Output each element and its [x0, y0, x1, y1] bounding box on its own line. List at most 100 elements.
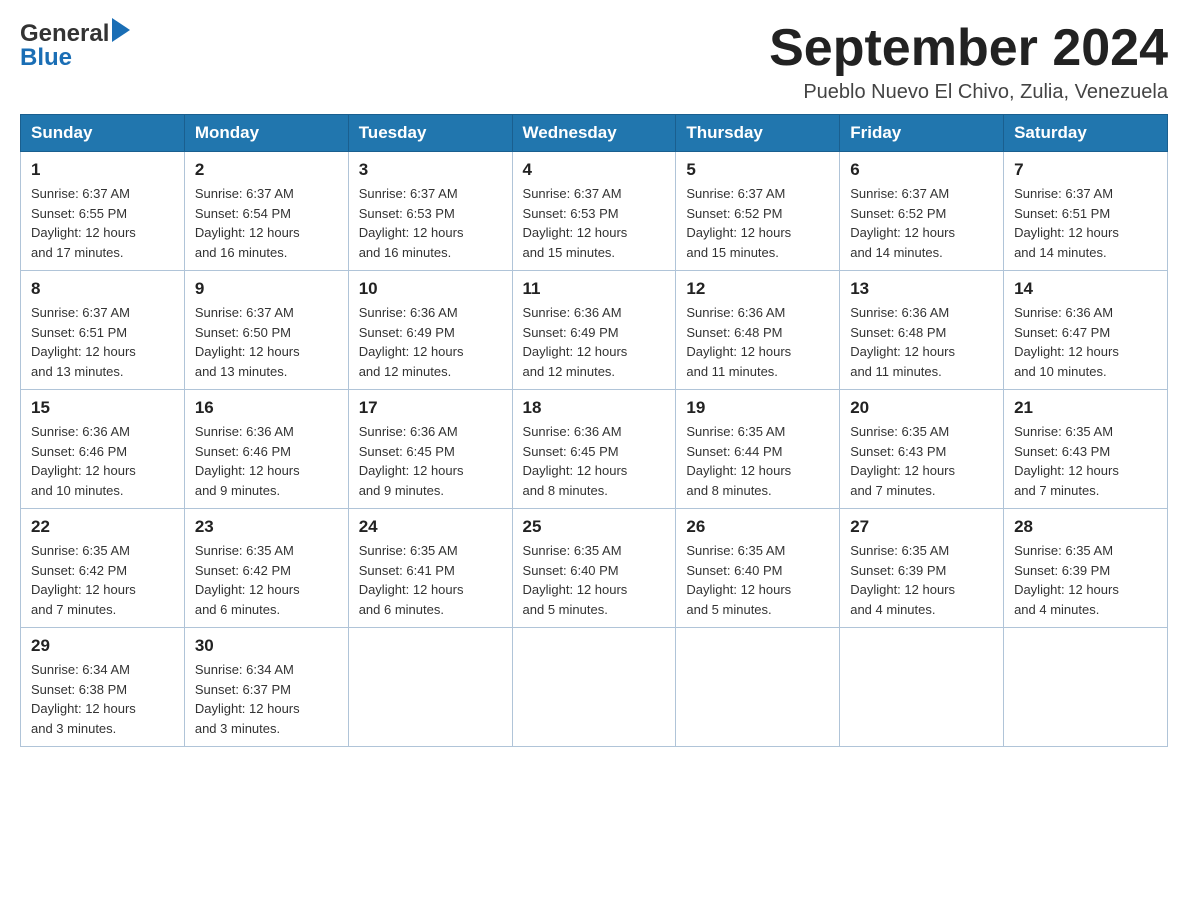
week-row-1: 1 Sunrise: 6:37 AMSunset: 6:55 PMDaylight…	[21, 152, 1168, 271]
page-header: General Blue September 2024 Pueblo Nuevo…	[20, 20, 1168, 104]
calendar-cell: 5 Sunrise: 6:37 AMSunset: 6:52 PMDaylight…	[676, 152, 840, 271]
day-info: Sunrise: 6:35 AMSunset: 6:40 PMDaylight:…	[686, 541, 829, 619]
day-info: Sunrise: 6:35 AMSunset: 6:39 PMDaylight:…	[1014, 541, 1157, 619]
col-friday: Friday	[840, 115, 1004, 152]
day-number: 20	[850, 398, 993, 418]
calendar-cell: 20 Sunrise: 6:35 AMSunset: 6:43 PMDayligh…	[840, 390, 1004, 509]
calendar-cell: 17Sunrise: 6:36 AMSunset: 6:45 PMDayligh…	[348, 390, 512, 509]
day-number: 25	[523, 517, 666, 537]
day-number: 3	[359, 160, 502, 180]
calendar-cell: 4 Sunrise: 6:37 AMSunset: 6:53 PMDaylight…	[512, 152, 676, 271]
day-info: Sunrise: 6:36 AMSunset: 6:47 PMDaylight:…	[1014, 303, 1157, 381]
calendar-cell: 27 Sunrise: 6:35 AMSunset: 6:39 PMDayligh…	[840, 509, 1004, 628]
calendar-cell: 21Sunrise: 6:35 AMSunset: 6:43 PMDayligh…	[1004, 390, 1168, 509]
day-number: 16	[195, 398, 338, 418]
calendar-cell	[1004, 628, 1168, 747]
day-info: Sunrise: 6:35 AMSunset: 6:42 PMDaylight:…	[31, 541, 174, 619]
day-number: 4	[523, 160, 666, 180]
day-info: Sunrise: 6:36 AMSunset: 6:46 PMDaylight:…	[31, 422, 174, 500]
day-info: Sunrise: 6:37 AMSunset: 6:53 PMDaylight:…	[359, 184, 502, 262]
calendar-cell: 19 Sunrise: 6:35 AMSunset: 6:44 PMDayligh…	[676, 390, 840, 509]
logo-arrow-icon	[112, 18, 130, 42]
day-info: Sunrise: 6:35 AMSunset: 6:44 PMDaylight:…	[686, 422, 829, 500]
day-number: 11	[523, 279, 666, 299]
calendar-cell	[512, 628, 676, 747]
day-number: 23	[195, 517, 338, 537]
calendar-cell: 24 Sunrise: 6:35 AMSunset: 6:41 PMDayligh…	[348, 509, 512, 628]
calendar-cell: 30 Sunrise: 6:34 AMSunset: 6:37 PMDayligh…	[184, 628, 348, 747]
calendar-cell: 26 Sunrise: 6:35 AMSunset: 6:40 PMDayligh…	[676, 509, 840, 628]
week-row-4: 22Sunrise: 6:35 AMSunset: 6:42 PMDayligh…	[21, 509, 1168, 628]
day-number: 30	[195, 636, 338, 656]
week-row-2: 8 Sunrise: 6:37 AMSunset: 6:51 PMDaylight…	[21, 271, 1168, 390]
day-number: 19	[686, 398, 829, 418]
calendar-cell: 12 Sunrise: 6:36 AMSunset: 6:48 PMDayligh…	[676, 271, 840, 390]
calendar-cell: 23 Sunrise: 6:35 AMSunset: 6:42 PMDayligh…	[184, 509, 348, 628]
logo: General Blue	[20, 20, 130, 72]
day-info: Sunrise: 6:36 AMSunset: 6:48 PMDaylight:…	[850, 303, 993, 381]
day-number: 1	[31, 160, 174, 180]
day-number: 10	[359, 279, 502, 299]
calendar-subtitle: Pueblo Nuevo El Chivo, Zulia, Venezuela	[769, 81, 1168, 104]
calendar-title: September 2024	[769, 20, 1168, 77]
day-info: Sunrise: 6:37 AMSunset: 6:50 PMDaylight:…	[195, 303, 338, 381]
day-number: 14	[1014, 279, 1157, 299]
day-number: 27	[850, 517, 993, 537]
day-number: 13	[850, 279, 993, 299]
calendar-cell: 25 Sunrise: 6:35 AMSunset: 6:40 PMDayligh…	[512, 509, 676, 628]
day-info: Sunrise: 6:36 AMSunset: 6:49 PMDaylight:…	[359, 303, 502, 381]
day-number: 29	[31, 636, 174, 656]
calendar-cell: 8 Sunrise: 6:37 AMSunset: 6:51 PMDaylight…	[21, 271, 185, 390]
calendar-cell: 14 Sunrise: 6:36 AMSunset: 6:47 PMDayligh…	[1004, 271, 1168, 390]
week-row-5: 29 Sunrise: 6:34 AMSunset: 6:38 PMDayligh…	[21, 628, 1168, 747]
logo-blue-text: Blue	[20, 44, 72, 72]
day-info: Sunrise: 6:36 AMSunset: 6:48 PMDaylight:…	[686, 303, 829, 381]
calendar-cell: 3 Sunrise: 6:37 AMSunset: 6:53 PMDaylight…	[348, 152, 512, 271]
day-number: 7	[1014, 160, 1157, 180]
col-monday: Monday	[184, 115, 348, 152]
day-info: Sunrise: 6:34 AMSunset: 6:38 PMDaylight:…	[31, 660, 174, 738]
day-info: Sunrise: 6:37 AMSunset: 6:54 PMDaylight:…	[195, 184, 338, 262]
day-info: Sunrise: 6:35 AMSunset: 6:43 PMDaylight:…	[1014, 422, 1157, 500]
calendar-cell: 10 Sunrise: 6:36 AMSunset: 6:49 PMDayligh…	[348, 271, 512, 390]
day-info: Sunrise: 6:37 AMSunset: 6:52 PMDaylight:…	[686, 184, 829, 262]
calendar-cell: 9Sunrise: 6:37 AMSunset: 6:50 PMDaylight…	[184, 271, 348, 390]
calendar-cell: 28Sunrise: 6:35 AMSunset: 6:39 PMDayligh…	[1004, 509, 1168, 628]
calendar-cell: 22Sunrise: 6:35 AMSunset: 6:42 PMDayligh…	[21, 509, 185, 628]
calendar-body: 1 Sunrise: 6:37 AMSunset: 6:55 PMDaylight…	[21, 152, 1168, 747]
day-number: 26	[686, 517, 829, 537]
day-info: Sunrise: 6:35 AMSunset: 6:40 PMDaylight:…	[523, 541, 666, 619]
calendar-cell: 6 Sunrise: 6:37 AMSunset: 6:52 PMDaylight…	[840, 152, 1004, 271]
day-info: Sunrise: 6:36 AMSunset: 6:46 PMDaylight:…	[195, 422, 338, 500]
calendar-table: Sunday Monday Tuesday Wednesday Thursday…	[20, 114, 1168, 747]
col-sunday: Sunday	[21, 115, 185, 152]
day-number: 24	[359, 517, 502, 537]
calendar-cell	[840, 628, 1004, 747]
day-info: Sunrise: 6:36 AMSunset: 6:45 PMDaylight:…	[359, 422, 502, 500]
day-number: 5	[686, 160, 829, 180]
calendar-cell: 2Sunrise: 6:37 AMSunset: 6:54 PMDaylight…	[184, 152, 348, 271]
calendar-cell: 7Sunrise: 6:37 AMSunset: 6:51 PMDaylight…	[1004, 152, 1168, 271]
col-saturday: Saturday	[1004, 115, 1168, 152]
day-info: Sunrise: 6:37 AMSunset: 6:52 PMDaylight:…	[850, 184, 993, 262]
day-info: Sunrise: 6:36 AMSunset: 6:49 PMDaylight:…	[523, 303, 666, 381]
day-number: 18	[523, 398, 666, 418]
day-number: 6	[850, 160, 993, 180]
day-number: 12	[686, 279, 829, 299]
calendar-cell: 11 Sunrise: 6:36 AMSunset: 6:49 PMDayligh…	[512, 271, 676, 390]
calendar-cell	[348, 628, 512, 747]
calendar-header: Sunday Monday Tuesday Wednesday Thursday…	[21, 115, 1168, 152]
calendar-cell: 16 Sunrise: 6:36 AMSunset: 6:46 PMDayligh…	[184, 390, 348, 509]
day-number: 8	[31, 279, 174, 299]
day-info: Sunrise: 6:37 AMSunset: 6:51 PMDaylight:…	[31, 303, 174, 381]
day-info: Sunrise: 6:35 AMSunset: 6:39 PMDaylight:…	[850, 541, 993, 619]
day-info: Sunrise: 6:37 AMSunset: 6:55 PMDaylight:…	[31, 184, 174, 262]
day-info: Sunrise: 6:35 AMSunset: 6:42 PMDaylight:…	[195, 541, 338, 619]
day-info: Sunrise: 6:37 AMSunset: 6:53 PMDaylight:…	[523, 184, 666, 262]
calendar-cell: 15Sunrise: 6:36 AMSunset: 6:46 PMDayligh…	[21, 390, 185, 509]
week-row-3: 15Sunrise: 6:36 AMSunset: 6:46 PMDayligh…	[21, 390, 1168, 509]
col-wednesday: Wednesday	[512, 115, 676, 152]
day-info: Sunrise: 6:35 AMSunset: 6:41 PMDaylight:…	[359, 541, 502, 619]
day-info: Sunrise: 6:35 AMSunset: 6:43 PMDaylight:…	[850, 422, 993, 500]
day-info: Sunrise: 6:34 AMSunset: 6:37 PMDaylight:…	[195, 660, 338, 738]
